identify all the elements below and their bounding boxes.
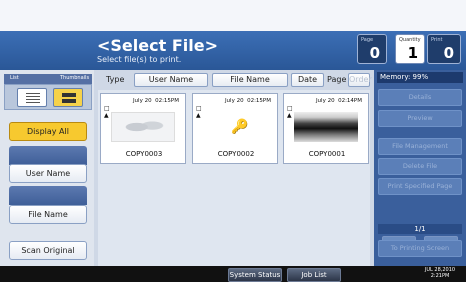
user-name-button-cap xyxy=(9,146,87,165)
memory-indicator: Memory: 99% xyxy=(377,72,463,83)
file-tile[interactable]: July 20 02:15PM □ ▲ COPY0003 xyxy=(100,93,186,164)
type-label: Type xyxy=(106,75,125,84)
file-management-button[interactable]: File Management xyxy=(378,138,462,155)
page-title: <Select File> xyxy=(97,36,218,55)
title-bar-tab xyxy=(0,0,108,31)
to-printing-screen-button[interactable]: To Printing Screen xyxy=(378,240,462,257)
file-thumbnail xyxy=(294,112,358,142)
copy-icon: □ xyxy=(104,105,110,112)
copy-icon: □ xyxy=(196,105,202,112)
page-subtitle: Select file(s) to print. xyxy=(97,55,182,64)
user-name-button[interactable]: User Name xyxy=(9,164,87,183)
page-counter-value: 0 xyxy=(369,44,380,62)
user-icon: ▲ xyxy=(196,112,201,119)
sort-order-button[interactable]: Order xyxy=(348,73,372,87)
sort-file-name-button[interactable]: File Name xyxy=(212,73,288,87)
file-tile[interactable]: July 20 02:14PM □ ▲ COPY0001 xyxy=(283,93,369,164)
file-name-button-cap xyxy=(9,186,87,205)
file-tile[interactable]: July 20 02:15PM □ ▲ 🔑 COPY0002 xyxy=(192,93,278,164)
file-date: July 20 02:15PM xyxy=(132,98,179,104)
quantity-counter-value: 1 xyxy=(407,44,418,62)
user-icon: ▲ xyxy=(104,112,109,119)
view-toggle-header: List Thumbnails xyxy=(4,74,92,84)
delete-file-button[interactable]: Delete File xyxy=(378,158,462,175)
file-name: COPY0002 xyxy=(217,150,255,158)
thumbnails-view-label: Thumbnails xyxy=(60,75,90,81)
sort-user-name-button[interactable]: User Name xyxy=(134,73,208,87)
clock: JUL 28,2010 2:21PM xyxy=(415,267,465,279)
scan-original-button[interactable]: Scan Original xyxy=(9,241,87,260)
view-toggle xyxy=(4,84,92,110)
print-counter: Print 0 xyxy=(427,34,461,64)
sort-date-button[interactable]: Date xyxy=(291,73,324,87)
file-thumbnail xyxy=(111,112,175,142)
lock-key-icon: 🔑 xyxy=(231,119,249,135)
user-icon: ▲ xyxy=(287,112,292,119)
grid-icon xyxy=(62,93,76,103)
job-list-button[interactable]: Job List xyxy=(287,268,341,282)
quantity-counter: Quantity 1 xyxy=(395,34,425,64)
list-icon xyxy=(26,93,40,103)
page-label: Page xyxy=(327,75,347,84)
display-all-button[interactable]: Display All xyxy=(9,122,87,141)
clock-time: 2:21PM xyxy=(430,273,450,279)
screen: { "header": { "title": "<Select File>", … xyxy=(0,0,466,282)
list-view-button[interactable] xyxy=(17,88,47,107)
list-view-label: List xyxy=(10,75,19,81)
print-specified-page-button[interactable]: Print Specified Page xyxy=(378,178,462,195)
sort-bar: Type User Name File Name Date Page Order xyxy=(98,73,372,89)
page-counter: Page 0 xyxy=(357,34,387,64)
file-name: COPY0003 xyxy=(125,150,163,158)
quantity-counter-label: Quantity xyxy=(399,37,421,43)
details-button[interactable]: Details xyxy=(378,89,462,106)
system-status-button[interactable]: System Status xyxy=(228,268,282,282)
thumbnail-view-button[interactable] xyxy=(53,88,83,107)
copy-icon: □ xyxy=(287,105,293,112)
preview-button[interactable]: Preview xyxy=(378,110,462,127)
file-name-button[interactable]: File Name xyxy=(9,205,87,224)
file-date: July 20 02:14PM xyxy=(315,98,362,104)
file-date: July 20 02:15PM xyxy=(224,98,271,104)
file-name: COPY0001 xyxy=(308,150,346,158)
page-indicator: 1/1 xyxy=(378,224,462,234)
print-counter-label: Print xyxy=(431,37,443,43)
print-counter-value: 0 xyxy=(443,44,454,62)
page-counter-label: Page xyxy=(361,37,374,43)
